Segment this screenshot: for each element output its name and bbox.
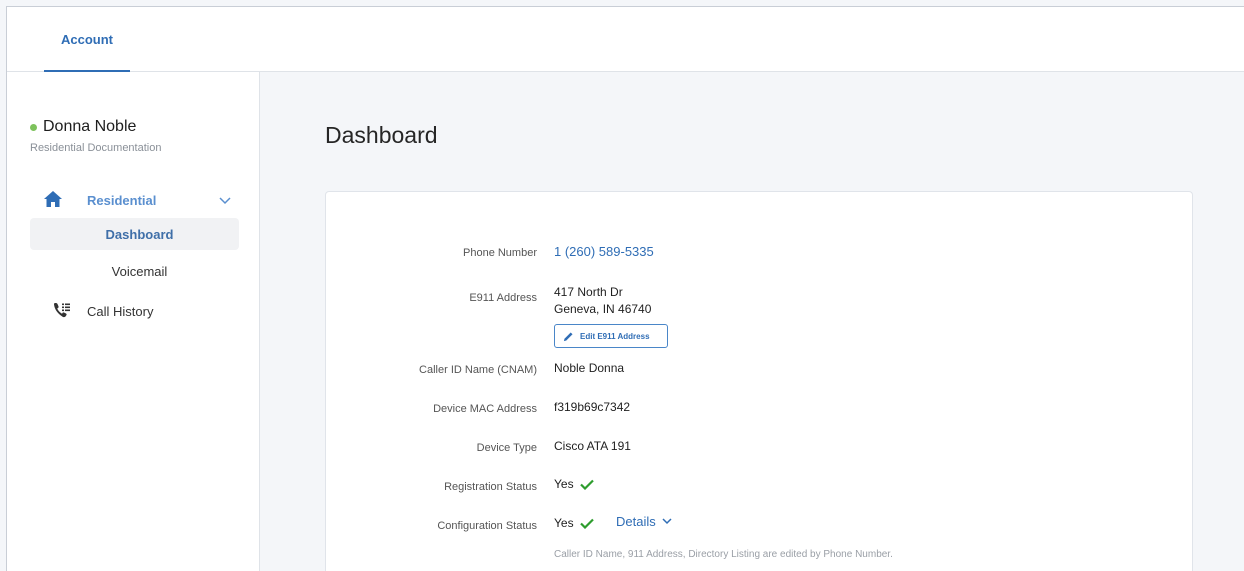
- online-status-icon: [30, 123, 37, 131]
- configuration-status-value: Yes: [554, 516, 594, 530]
- details-label: Details: [616, 514, 656, 529]
- user-name-row: Donna Noble: [30, 118, 161, 136]
- registration-status-value: Yes: [554, 477, 594, 491]
- sidebar-item-call-history-label: Call History: [87, 304, 154, 319]
- registration-status-text: Yes: [554, 477, 574, 491]
- e911-address-label: E911 Address: [469, 292, 537, 304]
- sidebar-item-dashboard[interactable]: Dashboard: [30, 218, 239, 250]
- user-subtitle: Residential Documentation: [30, 142, 162, 154]
- sidebar-item-voicemail[interactable]: Voicemail: [30, 255, 239, 287]
- edit-note: Caller ID Name, 911 Address, Directory L…: [554, 549, 893, 560]
- cnam-label: Caller ID Name (CNAM): [419, 364, 537, 376]
- home-icon: [43, 190, 63, 213]
- device-type-value: Cisco ATA 191: [554, 439, 631, 453]
- tab-account[interactable]: Account: [44, 7, 130, 73]
- user-block: Donna Noble Residential Documentation: [30, 118, 161, 154]
- top-bar: Account: [7, 7, 1244, 73]
- check-icon: [580, 519, 594, 530]
- chevron-down-icon: [662, 518, 672, 525]
- chevron-down-icon[interactable]: [219, 192, 231, 210]
- sidebar: Donna Noble Residential Documentation Re…: [7, 72, 260, 571]
- phone-number-label: Phone Number: [463, 247, 537, 259]
- e911-address-line1: 417 North Dr: [554, 285, 623, 299]
- configuration-status-text: Yes: [554, 516, 574, 530]
- sidebar-item-residential[interactable]: Residential: [7, 186, 260, 214]
- check-icon: [580, 480, 594, 491]
- dashboard-card: Phone Number 1 (260) 589-5335 E911 Addre…: [325, 191, 1193, 571]
- device-mac-value: f319b69c7342: [554, 400, 631, 414]
- details-toggle[interactable]: Details: [616, 514, 672, 529]
- phone-list-icon: [53, 302, 71, 323]
- sidebar-item-residential-label: Residential: [87, 192, 157, 208]
- page-title: Dashboard: [325, 122, 438, 148]
- configuration-status-label: Configuration Status: [437, 520, 537, 532]
- pencil-icon: [563, 331, 573, 341]
- device-type-label: Device Type: [476, 442, 537, 454]
- registration-status-label: Registration Status: [444, 481, 537, 493]
- device-mac-label: Device MAC Address: [433, 403, 537, 415]
- sidebar-item-call-history[interactable]: Call History: [7, 297, 260, 325]
- user-name: Donna Noble: [43, 118, 137, 135]
- cnam-value: Noble Donna: [554, 361, 625, 375]
- e911-address-line2: Geneva, IN 46740: [554, 302, 652, 316]
- edit-e911-address-button[interactable]: Edit E911 Address: [554, 324, 668, 348]
- phone-number-link[interactable]: 1 (260) 589-5335: [554, 244, 654, 259]
- app-frame: Account Donna Noble Residential Document…: [6, 6, 1244, 571]
- edit-e911-address-label: Edit E911 Address: [580, 331, 650, 341]
